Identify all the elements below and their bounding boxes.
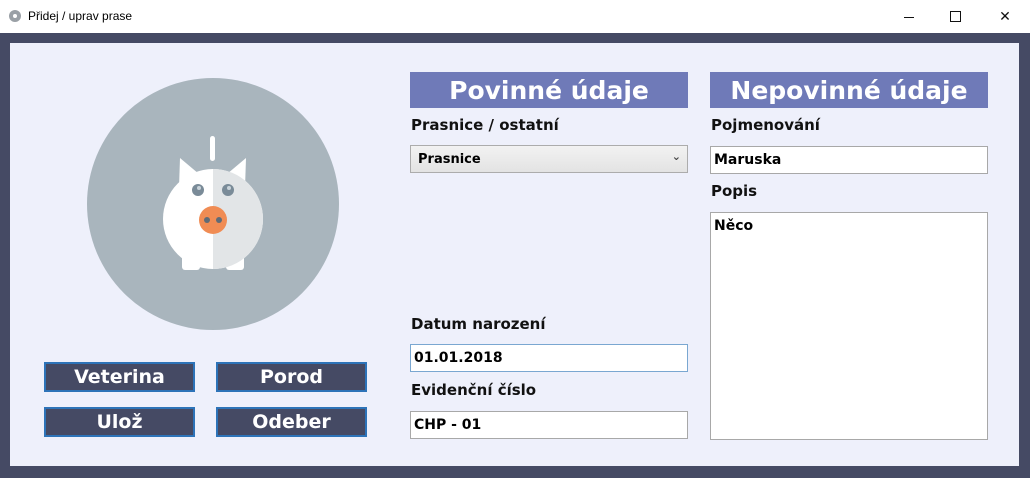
piggy-bank-icon xyxy=(163,136,263,270)
reg-number-label: Evidenční číslo xyxy=(411,381,537,399)
optional-section-header: Nepovinné údaje xyxy=(710,72,988,108)
maximize-icon xyxy=(949,11,961,22)
vet-button[interactable]: Veterina xyxy=(44,362,195,392)
remove-button[interactable]: Odeber xyxy=(216,407,367,437)
close-icon: ✕ xyxy=(999,8,1011,25)
pig-type-select[interactable]: Prasnice ⌄ xyxy=(410,145,688,173)
name-field[interactable]: Maruska xyxy=(710,146,988,174)
maximize-button[interactable] xyxy=(932,0,978,33)
birth-button[interactable]: Porod xyxy=(216,362,367,392)
minimize-icon xyxy=(904,17,914,18)
required-section-header: Povinné údaje xyxy=(410,72,688,108)
name-label: Pojmenování xyxy=(711,116,820,134)
app-disc-icon xyxy=(9,10,21,22)
save-button[interactable]: Ulož xyxy=(44,407,195,437)
birth-date-label: Datum narození xyxy=(411,315,546,333)
window-title: Přidej / uprav prase xyxy=(28,9,133,23)
chevron-down-icon: ⌄ xyxy=(671,150,681,163)
minimize-button[interactable] xyxy=(886,0,932,33)
description-label: Popis xyxy=(711,182,758,200)
pig-type-label: Prasnice / ostatní xyxy=(411,116,559,134)
window-edge xyxy=(1030,33,1034,480)
pig-illustration-circle xyxy=(87,78,339,330)
window-title-bar: Přidej / uprav prase ✕ xyxy=(0,0,1034,34)
close-button[interactable]: ✕ xyxy=(982,0,1028,33)
birth-date-field[interactable]: 01.01.2018 xyxy=(410,344,688,372)
reg-number-field[interactable]: CHP - 01 xyxy=(410,411,688,439)
description-textarea[interactable]: Něco xyxy=(710,212,988,440)
pig-type-selected-value: Prasnice xyxy=(418,152,481,167)
